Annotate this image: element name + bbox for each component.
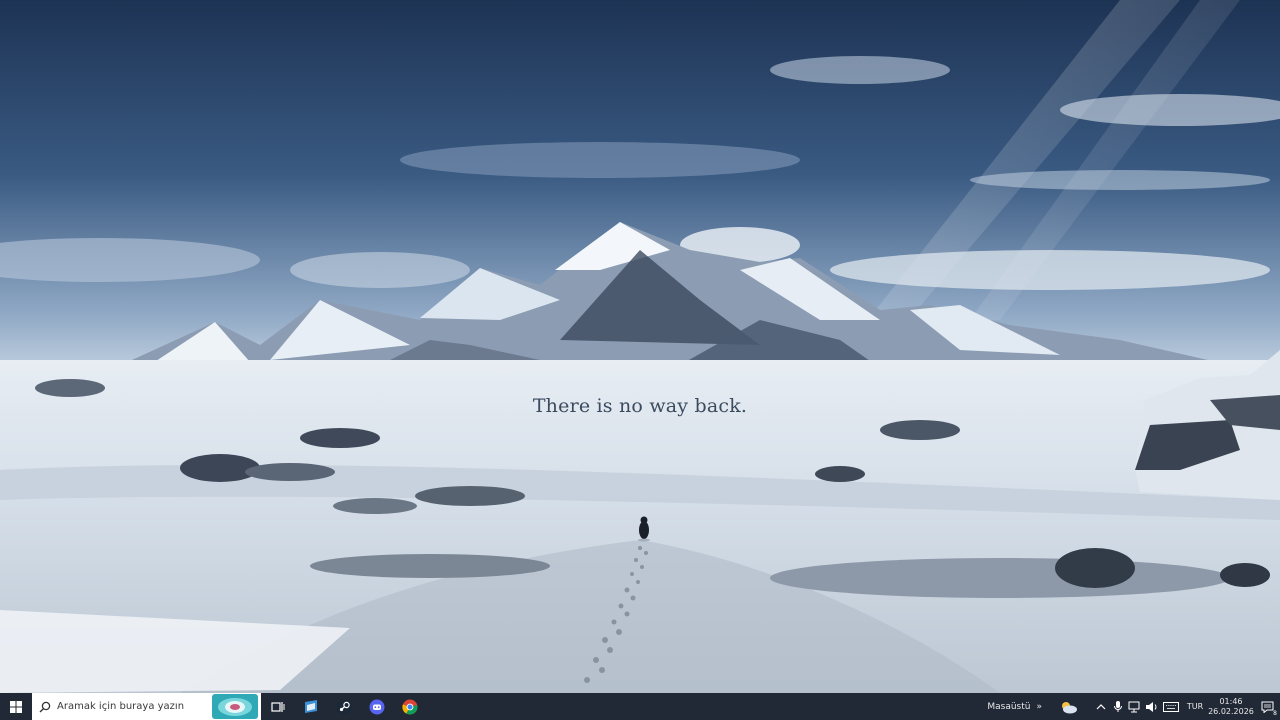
search-icon <box>39 701 51 713</box>
wallpaper-caption: There is no way back. <box>532 395 748 417</box>
desktop: There is no way back. <box>0 0 1280 693</box>
clock-date: 26.02.2026 <box>1208 706 1254 716</box>
search-placeholder: Aramak için buraya yazın <box>57 701 185 712</box>
network-icon <box>1128 701 1139 712</box>
notification-count-badge: 8 <box>1273 710 1277 717</box>
weather-cloud-icon <box>1062 701 1077 713</box>
steam-button[interactable] <box>327 693 360 720</box>
notification-center-button[interactable]: 8 <box>1254 693 1280 720</box>
task-view-icon <box>270 701 284 712</box>
microphone-icon <box>1113 701 1122 712</box>
clock[interactable]: 01:46 26.02.2026 <box>1208 697 1254 717</box>
system-tray: Masaüstü » TUR 01:46 26.02.2026 8 <box>987 693 1280 720</box>
volume-button[interactable] <box>1143 693 1160 720</box>
wallpaper-image <box>0 0 1280 693</box>
speaker-icon <box>1145 701 1156 712</box>
microphone-button[interactable] <box>1109 693 1126 720</box>
visual-studio-installer-icon <box>304 699 317 713</box>
steam-icon <box>336 699 351 714</box>
search-input[interactable]: Aramak için buraya yazın <box>32 693 261 720</box>
visual-studio-installer-button[interactable] <box>294 693 327 720</box>
input-language-indicator[interactable]: TUR <box>1182 702 1208 711</box>
discord-button[interactable] <box>360 693 393 720</box>
toolbar-overflow-icon[interactable]: » <box>1036 702 1042 712</box>
search-highlight-icon[interactable] <box>212 694 258 719</box>
hidden-icons-button[interactable] <box>1092 693 1109 720</box>
notification-icon <box>1261 701 1273 713</box>
chrome-button[interactable] <box>393 693 426 720</box>
task-view-button[interactable] <box>261 693 294 720</box>
chevron-up-icon <box>1096 703 1105 709</box>
keyboard-button[interactable] <box>1160 693 1182 720</box>
chrome-icon <box>401 699 417 715</box>
keyboard-icon <box>1163 701 1179 712</box>
clock-time: 01:46 <box>1219 696 1243 706</box>
start-button[interactable] <box>0 693 32 720</box>
discord-icon <box>369 699 384 714</box>
taskbar: Aramak için buraya yazın Masaüstü » TUR … <box>0 693 1280 720</box>
desktop-toolbar-label[interactable]: Masaüstü <box>987 702 1030 712</box>
windows-logo-icon <box>10 700 22 713</box>
weather-button[interactable] <box>1056 693 1082 720</box>
network-button[interactable] <box>1126 693 1143 720</box>
